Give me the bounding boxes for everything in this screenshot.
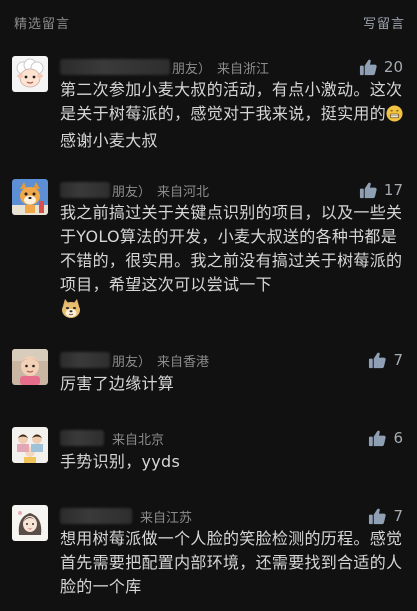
location-label: 来自河北 (157, 184, 210, 200)
thumbs-up-icon (359, 59, 377, 75)
location-label: 来自香港 (157, 354, 210, 370)
avatar[interactable] (12, 427, 48, 463)
comment-text: 手势识别，yyds (60, 450, 405, 474)
avatar[interactable] (12, 179, 48, 215)
username-suffix: 朋友） (172, 61, 212, 77)
comment-meta: 来自北京 (60, 427, 164, 449)
comment-text-part: 感谢小麦大叔 (60, 131, 158, 150)
thumbs-up-icon (369, 430, 387, 446)
comment-item: 来自江苏 7 想用树莓派做一个人脸的笑脸检测的历程。感觉首先需要把配置内部环境，… (0, 505, 417, 609)
like-button[interactable]: 17 (359, 179, 403, 201)
location-label: 来自北京 (112, 432, 165, 448)
blurred-username (60, 508, 132, 524)
grin-emoji-icon (386, 105, 403, 129)
blurred-username (60, 352, 110, 368)
thumbs-up-icon (359, 182, 377, 198)
avatar[interactable] (12, 505, 48, 541)
like-count: 6 (393, 429, 403, 447)
comment-item: 朋友） 来自浙江 20 第二次参加小麦大叔的活动，有点小激动。这次是关于树莓派的… (0, 56, 417, 166)
sketch-girl-avatar-icon (12, 505, 48, 541)
comment-text-part: 我之前搞过关于关键点识别的项目，以及一些关于YOLO算法的开发，小麦大叔送的各种… (60, 203, 403, 294)
comment-meta: 朋友） 来自河北 (60, 179, 209, 201)
username-suffix: 朋友） (112, 184, 152, 200)
like-button[interactable]: 20 (359, 56, 403, 78)
featured-comments-title: 精选留言 (14, 16, 71, 32)
baby-photo-avatar-icon (12, 349, 48, 385)
blurred-username (60, 182, 110, 198)
location-label: 来自江苏 (140, 510, 193, 526)
location-label: 来自浙江 (217, 61, 270, 77)
like-button[interactable]: 7 (368, 349, 403, 371)
thumbs-up-icon (369, 508, 387, 524)
avatar[interactable] (12, 56, 48, 92)
like-count: 7 (393, 351, 403, 369)
comment-text: 想用树莓派做一个人脸的笑脸检测的历程。感觉首先需要把配置内部环境，还需要找到合适… (60, 527, 405, 599)
like-button[interactable]: 7 (368, 505, 403, 527)
comment-text: 第二次参加小麦大叔的活动，有点小激动。这次是关于树莓派的，感觉对于我来说，挺实用… (60, 78, 405, 153)
comment-item: 朋友） 来自香港 7 厉害了边缘计算 (0, 349, 417, 399)
comment-item: 朋友） 来自河北 17 我之前搞过关于关键点识别的项目，以及一些关于YOLO算法… (0, 179, 417, 329)
like-button[interactable]: 6 (368, 427, 403, 449)
comment-meta: 朋友） 来自香港 (60, 349, 209, 371)
comment-text-part: 厉害了边缘计算 (60, 374, 175, 393)
cartoon-dog-avatar-icon (12, 179, 48, 215)
comment-meta: 来自江苏 (60, 505, 192, 527)
comment-text: 我之前搞过关于关键点识别的项目，以及一些关于YOLO算法的开发，小麦大叔送的各种… (60, 201, 405, 326)
username-suffix: 朋友） (112, 354, 152, 370)
blurred-username (60, 430, 104, 446)
thumbs-up-icon (369, 352, 387, 368)
comment-meta: 朋友） 来自浙江 (60, 56, 269, 78)
like-count: 20 (383, 58, 403, 76)
doge-emoji-icon (60, 297, 82, 326)
like-count: 7 (393, 507, 403, 525)
blurred-username (60, 59, 170, 75)
write-comment-button[interactable]: 写留言 (363, 13, 405, 32)
avatar[interactable] (12, 349, 48, 385)
comment-text-part: 想用树莓派做一个人脸的笑脸检测的历程。感觉首先需要把配置内部环境，还需要找到合适… (60, 529, 403, 596)
comment-item: 来自北京 6 手势识别，yyds (0, 427, 417, 477)
comments-header: 精选留言 写留言 (0, 0, 417, 44)
family-photo-avatar-icon (12, 427, 48, 463)
comment-text: 厉害了边缘计算 (60, 372, 405, 396)
comment-text-part: 第二次参加小麦大叔的活动，有点小激动。这次是关于树莓派的，感觉对于我来说，挺实用… (60, 80, 403, 123)
comment-text-part: 手势识别，yyds (60, 452, 181, 471)
like-count: 17 (383, 181, 403, 199)
sheep-avatar-icon (12, 56, 48, 92)
